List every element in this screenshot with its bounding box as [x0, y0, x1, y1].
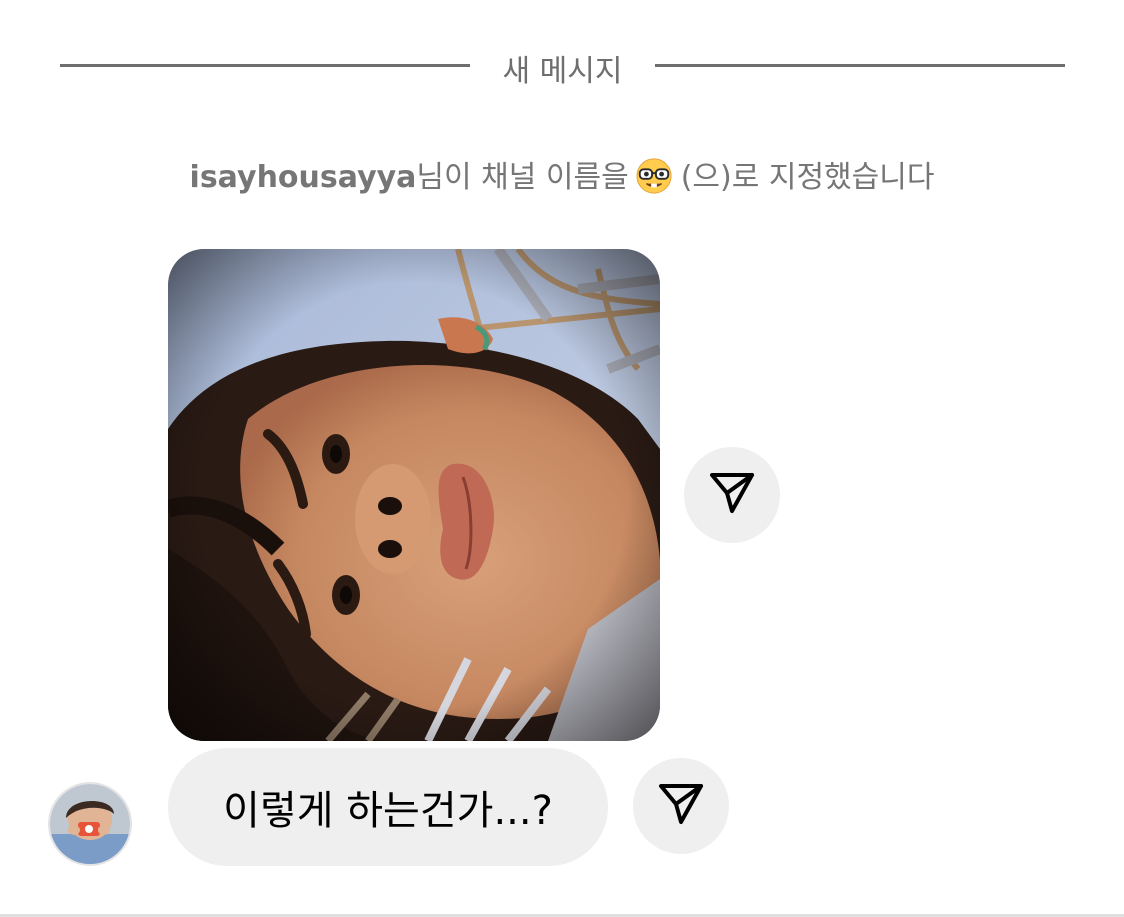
system-message-text-after: (으)로 지정했습니다 — [680, 160, 935, 195]
photo-image — [168, 249, 660, 741]
system-message-text-before: 님이 채널 이름을 — [416, 160, 629, 195]
system-message-username: isayhousayya — [189, 160, 417, 195]
share-photo-button[interactable] — [684, 447, 780, 543]
user-avatar — [50, 784, 130, 864]
new-messages-divider: 새 메시지 — [60, 40, 1065, 90]
nerd-face-icon — [635, 157, 673, 203]
text-message-content: 이렇게 하는건가...? — [223, 788, 553, 834]
photo-message[interactable] — [168, 249, 660, 741]
text-message-bubble[interactable]: 이렇게 하는건가...? — [168, 748, 608, 866]
system-message: isayhousayya님이 채널 이름을 (으)로 지정했습니다 — [0, 152, 1124, 203]
divider-line-left — [60, 64, 470, 67]
divider-line-right — [655, 64, 1065, 67]
send-icon — [708, 469, 756, 521]
send-icon — [657, 780, 705, 832]
share-text-button[interactable] — [633, 758, 729, 854]
divider-label: 새 메시지 — [502, 54, 623, 89]
sender-avatar[interactable] — [48, 782, 132, 866]
